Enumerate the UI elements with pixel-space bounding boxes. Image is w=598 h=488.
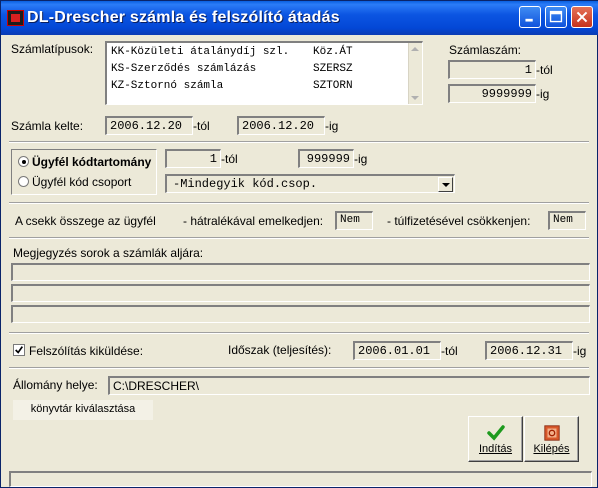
main-window: DL-Drescher számla és felszólító átadás … bbox=[0, 0, 598, 488]
divider bbox=[9, 367, 589, 369]
location-label: Állomány helye: bbox=[13, 378, 98, 392]
status-bar bbox=[9, 471, 592, 487]
invoice-type-name: KZ-Sztornó számla bbox=[111, 80, 224, 92]
invoice-type-code: Köz.ÁT bbox=[313, 46, 353, 58]
client-group-select[interactable]: -Mindegyik kód.csop. bbox=[165, 174, 455, 193]
invoice-type-item[interactable]: KK-Közületi átalánydíj szl. Köz.ÁT bbox=[111, 46, 353, 58]
client-code-from-suffix: -tól bbox=[221, 152, 238, 166]
invoice-types-label: Számlatípusok: bbox=[11, 42, 94, 56]
invoice-number-to-suffix: -ig bbox=[536, 87, 550, 101]
scroll-up-icon[interactable] bbox=[411, 47, 419, 51]
period-to-suffix: -ig bbox=[573, 344, 587, 358]
invoice-types-list[interactable]: KK-Közületi átalánydíj szl. Köz.ÁT KS-Sze… bbox=[105, 41, 423, 105]
chevron-down-icon[interactable] bbox=[438, 177, 453, 192]
invoice-number-from-field[interactable]: 1 bbox=[448, 60, 536, 79]
scroll-down-icon[interactable] bbox=[411, 96, 419, 100]
period-to-field[interactable]: 2006.12.31 bbox=[485, 341, 573, 360]
close-button[interactable] bbox=[571, 6, 593, 28]
exit-icon bbox=[544, 425, 560, 441]
invoice-date-label: Számla kelte: bbox=[11, 119, 84, 133]
invoice-number-from-suffix: -tól bbox=[536, 63, 553, 77]
cheque-arrears-field[interactable]: Nem bbox=[335, 211, 373, 230]
start-button-label: Indítás bbox=[478, 443, 513, 455]
client-code-to-field[interactable]: 999999 bbox=[298, 149, 354, 168]
invoice-type-item[interactable]: KZ-Sztornó számla SZTORN bbox=[111, 80, 353, 92]
period-from-suffix: -tól bbox=[441, 344, 458, 358]
invoice-number-label: Számlaszám: bbox=[449, 43, 522, 57]
client-code-to-suffix: -ig bbox=[354, 152, 368, 166]
divider bbox=[9, 141, 589, 143]
app-icon bbox=[7, 10, 24, 26]
client-group-radio[interactable] bbox=[18, 176, 29, 187]
invoice-type-name: KS-Szerződés számlázás bbox=[111, 63, 257, 75]
exit-button[interactable]: Kilépés bbox=[524, 416, 579, 462]
start-button[interactable]: Indítás bbox=[468, 416, 523, 462]
location-field[interactable]: C:\DRESCHER\ bbox=[108, 376, 590, 395]
invoice-date-to-suffix: -ig bbox=[325, 119, 339, 133]
client-group-label[interactable]: Ügyfél kód csoport bbox=[32, 175, 131, 189]
invoice-type-item[interactable]: KS-Szerződés számlázás SZERSZ bbox=[111, 63, 353, 75]
close-icon bbox=[576, 11, 588, 23]
cheque-overpay-field[interactable]: Nem bbox=[548, 211, 586, 230]
client-range-label[interactable]: Ügyfél kódtartomány bbox=[32, 155, 151, 169]
cheque-overpay-label: - túlfizetésével csökkenjen: bbox=[387, 214, 531, 228]
minimize-icon bbox=[525, 18, 533, 22]
checkmark-icon bbox=[15, 346, 24, 354]
invoice-number-to-field[interactable]: 9999999 bbox=[448, 84, 536, 103]
client-group-value: -Mindegyik kód.csop. bbox=[173, 177, 318, 191]
period-label: Időszak (teljesítés): bbox=[228, 343, 332, 357]
invoice-types-scrollbar[interactable] bbox=[408, 43, 422, 104]
client-code-from-field[interactable]: 1 bbox=[165, 149, 221, 168]
browse-folder-button[interactable]: könyvtár kiválasztása bbox=[13, 400, 153, 420]
cheque-text: A csekk összege az ügyfél bbox=[15, 214, 156, 228]
notes-line-field[interactable] bbox=[11, 284, 590, 302]
invoice-type-code: SZTORN bbox=[313, 80, 353, 92]
maximize-button[interactable] bbox=[545, 6, 567, 28]
notes-line-field[interactable] bbox=[11, 263, 590, 281]
period-from-field[interactable]: 2006.01.01 bbox=[353, 341, 441, 360]
invoice-type-code: SZERSZ bbox=[313, 63, 353, 75]
exit-button-label: Kilépés bbox=[533, 443, 570, 455]
maximize-icon bbox=[549, 10, 563, 23]
invoice-date-to-field[interactable]: 2006.12.20 bbox=[237, 116, 325, 135]
client-range-radio[interactable] bbox=[18, 156, 29, 167]
minimize-button[interactable] bbox=[519, 6, 541, 28]
invoice-type-name: KK-Közületi átalánydíj szl. bbox=[111, 46, 290, 58]
reminder-label[interactable]: Felszólítás kiküldése: bbox=[29, 344, 143, 358]
title-bar[interactable]: DL-Drescher számla és felszólító átadás bbox=[1, 1, 598, 35]
divider bbox=[9, 237, 589, 239]
divider bbox=[9, 332, 589, 334]
reminder-checkbox[interactable] bbox=[13, 344, 25, 356]
notes-label: Megjegyzés sorok a számlák aljára: bbox=[13, 246, 204, 260]
checkmark-icon bbox=[487, 425, 505, 441]
invoice-date-from-field[interactable]: 2006.12.20 bbox=[105, 116, 193, 135]
divider bbox=[9, 202, 589, 204]
cheque-arrears-label: - hátralékával emelkedjen: bbox=[183, 214, 324, 228]
window-title: DL-Drescher számla és felszólító átadás bbox=[27, 9, 340, 26]
notes-line-field[interactable] bbox=[11, 305, 590, 323]
invoice-date-from-suffix: -tól bbox=[193, 119, 210, 133]
